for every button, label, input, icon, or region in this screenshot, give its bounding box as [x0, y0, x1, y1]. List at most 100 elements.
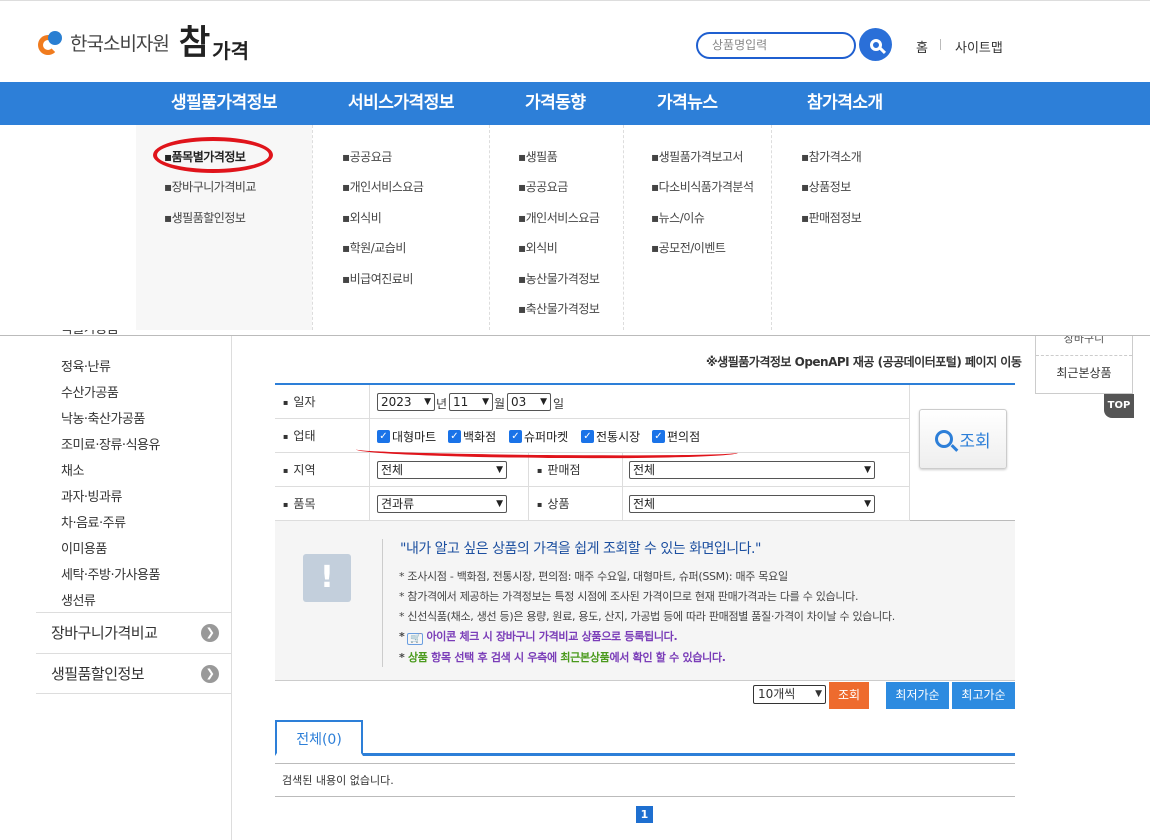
openapi-link[interactable]: ※생필품가격정보 OpenAPI 재공 (공공데이터포털) 페이지 이동	[706, 353, 1022, 370]
tab-underline	[275, 753, 1015, 756]
region-label: 지역	[275, 453, 370, 487]
checkbox-supermarket[interactable]: ✓ 슈퍼마켓	[509, 427, 568, 445]
sidebar-divider	[231, 336, 232, 840]
mega-item-livestock-price[interactable]: ▪축산물가격정보	[518, 300, 600, 317]
top-button[interactable]: TOP	[1104, 394, 1134, 418]
sidebar-item-seafood[interactable]: 수산가공품	[61, 382, 119, 401]
item-label: 품목	[275, 487, 370, 521]
year-select[interactable]: 2023 ▼	[377, 393, 435, 411]
search-button[interactable]	[859, 28, 892, 61]
sidebar-item-vegetable[interactable]: 채소	[61, 460, 84, 479]
logo-gagyeok: 가격	[212, 39, 249, 63]
per-page-select[interactable]: 10개씩 ▼	[753, 685, 826, 704]
product-label: 상품	[528, 487, 623, 521]
search-input[interactable]: 상품명입력	[696, 32, 856, 59]
cart-icon: 🛒	[407, 633, 424, 645]
sidebar-item-household[interactable]: 세탁·주방·가사용품	[61, 564, 160, 583]
nav-about[interactable]: 참가격소개	[807, 82, 883, 125]
mega-item-news[interactable]: ▪뉴스/이슈	[651, 209, 705, 226]
mega-item-discount-info[interactable]: ▪생필품할인정보	[164, 209, 246, 226]
form-row-date: 일자 2023▼ 년 11▼ 월 03▼ 일	[275, 385, 909, 419]
sitemap-link[interactable]: 사이트맵	[955, 37, 1003, 56]
mega-item-trend-dining[interactable]: ▪외식비	[518, 239, 558, 256]
site-header: 한국소비자원 참 가격 상품명입력 홈 사이트맵	[0, 0, 1150, 82]
mega-item-intro[interactable]: ▪참가격소개	[801, 148, 862, 165]
home-link[interactable]: 홈	[916, 37, 928, 56]
result-empty-message: 검색된 내용이 없습니다.	[275, 763, 1015, 797]
chevron-right-icon: ❯	[201, 665, 219, 683]
mega-item-agri-price[interactable]: ▪농산물가격정보	[518, 270, 600, 287]
quick-recent-products[interactable]: 최근본상품	[1036, 364, 1132, 381]
nav-price-trend[interactable]: 가격동향	[525, 82, 586, 125]
item-select[interactable]: 견과류 ▼	[377, 495, 507, 513]
day-select[interactable]: 03 ▼	[507, 393, 551, 411]
search-icon	[935, 430, 954, 448]
checkbox-checked-icon: ✓	[377, 429, 390, 443]
site-logo[interactable]: 한국소비자원 참 가격	[38, 21, 249, 64]
sidebar-item-drink[interactable]: 차·음료·주류	[61, 512, 126, 531]
region-select[interactable]: 전체 ▼	[377, 461, 507, 479]
sidebar-item-snack[interactable]: 과자·빙과류	[61, 486, 122, 505]
tab-all[interactable]: 전체(0)	[275, 720, 363, 756]
mega-item-public-fee[interactable]: ▪공공요금	[342, 148, 392, 165]
checkbox-checked-icon: ✓	[509, 429, 522, 443]
nav-service-price[interactable]: 서비스가격정보	[348, 82, 454, 125]
mega-item-personal-service[interactable]: ▪개인서비스요금	[342, 178, 424, 195]
quick-panel: 장바구니 최근본상품	[1035, 336, 1133, 394]
notice-line-3: * 신선식품(채소, 생선 등)은 용량, 원료, 용도, 산지, 가공법 등에…	[399, 610, 895, 623]
year-unit: 년	[436, 397, 448, 411]
sidebar-item-beauty[interactable]: 이미용품	[61, 538, 107, 557]
day-unit: 일	[553, 397, 565, 411]
date-label: 일자	[275, 385, 370, 419]
sidebar-discount-info[interactable]: 생필품할인정보 ❯	[36, 653, 231, 693]
nav-price-news[interactable]: 가격뉴스	[657, 82, 718, 125]
mega-item-trend-personal[interactable]: ▪개인서비스요금	[518, 209, 600, 226]
month-select[interactable]: 11 ▼	[449, 393, 493, 411]
sort-highest-button[interactable]: 최고가순	[952, 682, 1015, 709]
mega-item-food-analysis[interactable]: ▪다소비식품가격분석	[651, 178, 754, 195]
notice-line-1: * 조사시점 - 백화점, 전통시장, 편의점: 매주 수요일, 대형마트, 슈…	[399, 570, 788, 583]
sidebar-item-fish[interactable]: 생선류	[61, 590, 96, 609]
notice-line-4: * 🛒 아이콘 체크 시 장바구니 가격비교 상품으로 등록됩니다.	[399, 630, 678, 645]
mega-item-academy[interactable]: ▪학원/교습비	[342, 239, 406, 256]
mega-item-trend-public[interactable]: ▪공공요금	[518, 178, 568, 195]
sort-lowest-button[interactable]: 최저가순	[886, 682, 949, 709]
month-unit: 월	[494, 397, 506, 411]
notice-line-2: * 참가격에서 제공하는 가격정보는 특정 시점에 조사된 가격이므로 현재 판…	[399, 590, 859, 603]
search-icon	[869, 38, 882, 51]
mega-item-report[interactable]: ▪생필품가격보고서	[651, 148, 743, 165]
org-name: 한국소비자원	[70, 33, 170, 55]
main-nav: 생필품가격정보 서비스가격정보 가격동향 가격뉴스 참가격소개	[0, 82, 1150, 125]
exclamation-icon: !	[303, 554, 351, 602]
checkbox-checked-icon: ✓	[448, 429, 461, 443]
checkbox-convenience-store[interactable]: ✓ 편의점	[652, 427, 700, 445]
notice-box: ! "내가 알고 싶은 상품의 가격을 쉽게 조회할 수 있는 화면입니다." …	[275, 521, 1015, 681]
mega-item-event[interactable]: ▪공모전/이벤트	[651, 239, 726, 256]
sidebar-basket-compare[interactable]: 장바구니가격비교 ❯	[36, 612, 231, 652]
nav-daily-goods[interactable]: 생필품가격정보	[171, 82, 277, 125]
query-button[interactable]: 조회	[919, 409, 1007, 469]
mega-item-basket-compare[interactable]: ▪장바구니가격비교	[164, 178, 256, 195]
mega-item-dining[interactable]: ▪외식비	[342, 209, 382, 226]
sidebar-item-dairy[interactable]: 낙농·축산가공품	[61, 408, 145, 427]
mega-divider	[312, 125, 313, 330]
sidebar-item-seasoning[interactable]: 조미료·장류·식용유	[61, 434, 160, 453]
sidebar-discount-label: 생필품할인정보	[51, 665, 145, 683]
checkbox-checked-icon: ✓	[581, 429, 594, 443]
sidebar-item-partial[interactable]: 곡물가공품	[61, 330, 118, 336]
form-divider	[909, 385, 910, 521]
product-select[interactable]: 전체 ▼	[629, 495, 875, 513]
mega-item-product-info[interactable]: ▪상품정보	[801, 178, 851, 195]
mega-item-store-info[interactable]: ▪판매점정보	[801, 209, 862, 226]
pagination-page-1[interactable]: 1	[636, 806, 653, 823]
quick-basket[interactable]: 장바구니	[1036, 336, 1132, 356]
checkbox-traditional-market[interactable]: ✓ 전통시장	[581, 427, 640, 445]
mega-item-medical[interactable]: ▪비급여진료비	[342, 270, 413, 287]
sort-query-button[interactable]: 조회	[829, 682, 869, 709]
sidebar-item-meat-egg[interactable]: 정육·난류	[61, 356, 111, 375]
mega-item-trend-goods[interactable]: ▪생필품	[518, 148, 558, 165]
store-select[interactable]: 전체 ▼	[629, 461, 875, 479]
mega-divider	[489, 125, 490, 330]
form-row-item: 품목 견과류▼ 상품 전체▼	[275, 487, 909, 521]
checkbox-checked-icon: ✓	[652, 429, 665, 443]
